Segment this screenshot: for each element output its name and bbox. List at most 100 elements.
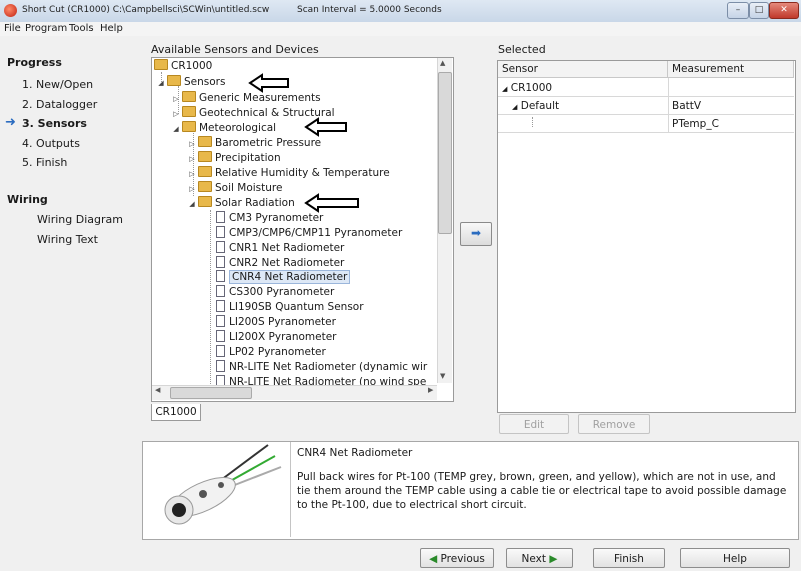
expand-icon[interactable]: ▷ bbox=[188, 137, 196, 151]
scroll-down-icon[interactable]: ▼ bbox=[440, 372, 445, 380]
table-row-measurement[interactable]: BattV bbox=[668, 97, 794, 115]
folder-open-icon bbox=[167, 75, 181, 86]
tree-meteorological[interactable]: ◢ Meteorological bbox=[172, 121, 276, 135]
tree-soil-moisture[interactable]: ▷ Soil Moisture bbox=[188, 181, 282, 195]
previous-button[interactable]: ◀ Previous bbox=[420, 548, 494, 568]
left-arrow-icon: ◀ bbox=[429, 553, 438, 565]
document-icon bbox=[216, 211, 225, 223]
sensor-item-selected[interactable]: CNR4 Net Radiometer bbox=[216, 270, 351, 284]
maximize-button[interactable]: □ bbox=[749, 2, 769, 19]
column-header-measurement[interactable]: Measurement bbox=[668, 61, 794, 78]
minimize-button[interactable]: – bbox=[727, 2, 749, 19]
sensor-tree[interactable]: CR1000 ◢ Sensors ▷ Generic Measurements ▷ G… bbox=[151, 57, 454, 402]
menu-file[interactable]: File bbox=[4, 23, 21, 34]
document-icon bbox=[216, 226, 225, 238]
next-button[interactable]: Next ▶ bbox=[506, 548, 573, 568]
sensor-image bbox=[143, 442, 291, 537]
progress-heading: Progress bbox=[7, 56, 62, 69]
tree-generic-measurements[interactable]: ▷ Generic Measurements bbox=[172, 91, 321, 105]
selected-table[interactable]: Sensor Measurement ◢ CR1000 ◢ Default Ba… bbox=[497, 60, 796, 413]
folder-open-icon bbox=[198, 196, 212, 207]
description-body: Pull back wires for Pt-100 (TEMP grey, b… bbox=[297, 471, 787, 511]
scroll-up-icon[interactable]: ▲ bbox=[440, 59, 445, 67]
collapse-icon[interactable]: ◢ bbox=[502, 85, 507, 93]
description-title: CNR4 Net Radiometer bbox=[297, 447, 413, 459]
tree-barometric-pressure[interactable]: ▷ Barometric Pressure bbox=[188, 136, 321, 150]
document-icon bbox=[216, 345, 225, 357]
selected-label: Selected bbox=[498, 43, 546, 56]
expand-icon[interactable]: ▷ bbox=[188, 182, 196, 196]
table-row-measurement[interactable] bbox=[668, 79, 794, 97]
scroll-right-icon[interactable]: ▶ bbox=[428, 386, 433, 394]
available-sensors-label: Available Sensors and Devices bbox=[151, 43, 319, 56]
collapse-icon[interactable]: ◢ bbox=[188, 197, 196, 211]
tree-vertical-scroll-thumb[interactable] bbox=[438, 72, 452, 234]
edit-button[interactable]: Edit bbox=[499, 414, 569, 434]
document-icon bbox=[216, 360, 225, 372]
sensor-item[interactable]: NR-LITE Net Radiometer (dynamic wir bbox=[216, 360, 427, 374]
folder-open-icon bbox=[182, 121, 196, 132]
sensor-item[interactable]: CS300 Pyranometer bbox=[216, 285, 334, 299]
collapse-icon[interactable]: ◢ bbox=[157, 76, 165, 90]
collapse-icon[interactable]: ◢ bbox=[172, 122, 180, 136]
current-step-arrow-icon: ➜ bbox=[5, 115, 16, 130]
expand-icon[interactable]: ▷ bbox=[188, 167, 196, 181]
document-icon bbox=[216, 241, 225, 253]
sensor-item[interactable]: LI200X Pyranometer bbox=[216, 330, 336, 344]
menu-program[interactable]: Program bbox=[25, 23, 67, 34]
sensor-item[interactable]: CNR2 Net Radiometer bbox=[216, 256, 344, 270]
table-row-measurement[interactable]: PTemp_C bbox=[668, 115, 794, 133]
add-sensor-button[interactable]: ➡ bbox=[460, 222, 492, 246]
tree-solar-radiation[interactable]: ◢ Solar Radiation bbox=[188, 196, 295, 210]
tree-horizontal-scroll-thumb[interactable] bbox=[170, 387, 252, 399]
app-icon bbox=[4, 4, 17, 17]
menu-bar: File Program Tools Help bbox=[0, 22, 801, 36]
sensor-item[interactable]: LI190SB Quantum Sensor bbox=[216, 300, 364, 314]
expand-icon[interactable]: ▷ bbox=[172, 92, 180, 106]
radiometer-icon bbox=[164, 444, 282, 525]
collapse-icon[interactable]: ◢ bbox=[512, 103, 517, 111]
document-icon bbox=[216, 330, 225, 342]
sensor-item[interactable]: LI200S Pyranometer bbox=[216, 315, 336, 329]
column-header-sensor[interactable]: Sensor bbox=[498, 61, 668, 78]
wiring-heading: Wiring bbox=[7, 193, 48, 206]
document-icon bbox=[216, 285, 225, 297]
remove-button[interactable]: Remove bbox=[578, 414, 650, 434]
expand-icon[interactable]: ▷ bbox=[188, 152, 196, 166]
document-icon bbox=[216, 315, 225, 327]
sensor-item[interactable]: LP02 Pyranometer bbox=[216, 345, 326, 359]
menu-tools[interactable]: Tools bbox=[69, 23, 94, 34]
right-arrow-icon: ➡ bbox=[470, 226, 482, 240]
title-bar: Short Cut (CR1000) C:\Campbellsci\SCWin\… bbox=[0, 0, 801, 23]
right-arrow-icon: ▶ bbox=[549, 553, 558, 565]
step-outputs[interactable]: 4. Outputs bbox=[22, 137, 162, 150]
step-new-open[interactable]: 1. New/Open bbox=[22, 78, 162, 91]
annotation-arrow-icon bbox=[248, 73, 289, 93]
folder-icon bbox=[198, 181, 212, 192]
table-row-sensor[interactable] bbox=[498, 115, 668, 133]
description-text: CNR4 Net Radiometer Pull back wires for … bbox=[297, 446, 792, 512]
expand-icon[interactable]: ▷ bbox=[172, 107, 180, 121]
step-finish[interactable]: 5. Finish bbox=[22, 156, 162, 169]
table-row-sensor[interactable]: ◢ CR1000 bbox=[498, 79, 668, 97]
sensor-item[interactable]: CNR1 Net Radiometer bbox=[216, 241, 344, 255]
document-icon bbox=[216, 300, 225, 312]
menu-help[interactable]: Help bbox=[100, 23, 123, 34]
step-datalogger[interactable]: 2. Datalogger bbox=[22, 98, 162, 111]
table-row-sensor[interactable]: ◢ Default bbox=[498, 97, 668, 115]
finish-button[interactable]: Finish bbox=[593, 548, 665, 568]
tree-relative-humidity[interactable]: ▷ Relative Humidity & Temperature bbox=[188, 166, 390, 180]
scroll-left-icon[interactable]: ◀ bbox=[155, 386, 160, 394]
tree-root-cr1000[interactable]: CR1000 bbox=[154, 59, 212, 73]
folder-icon bbox=[182, 106, 196, 117]
annotation-arrow-icon bbox=[304, 117, 347, 137]
scan-interval: Scan Interval = 5.0000 Seconds bbox=[297, 5, 442, 15]
help-button[interactable]: Help bbox=[680, 548, 790, 568]
sensor-item[interactable]: CMP3/CMP6/CMP11 Pyranometer bbox=[216, 226, 402, 240]
close-button[interactable]: ✕ bbox=[769, 2, 799, 19]
tree-precipitation[interactable]: ▷ Precipitation bbox=[188, 151, 281, 165]
sensor-item[interactable]: CM3 Pyranometer bbox=[216, 211, 323, 225]
step-sensors[interactable]: 3. Sensors bbox=[22, 117, 162, 130]
tab-cr1000[interactable]: CR1000 bbox=[151, 404, 201, 421]
tree-sensors[interactable]: ◢ Sensors bbox=[157, 75, 225, 89]
